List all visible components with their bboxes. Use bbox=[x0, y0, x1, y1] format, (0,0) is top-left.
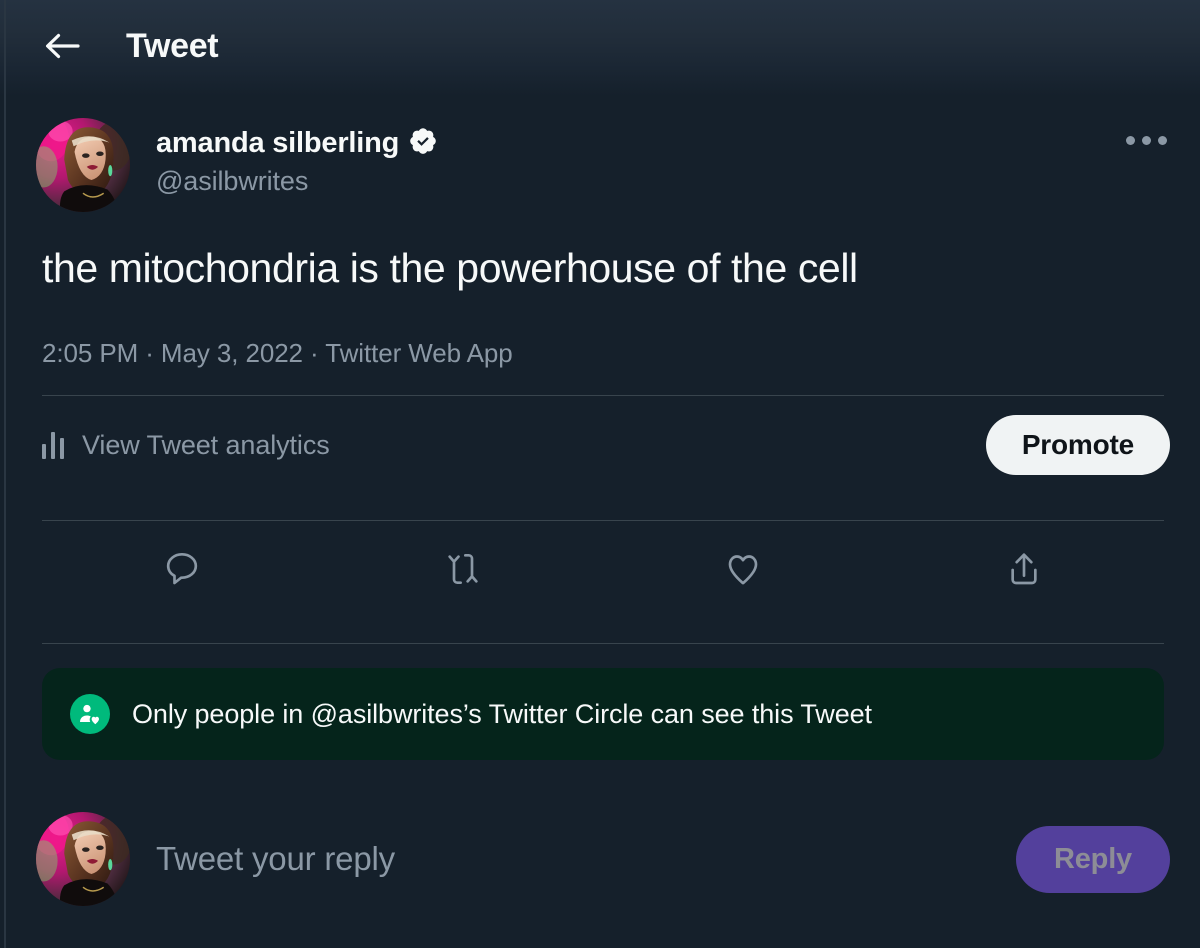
tweet-author-row: amanda silberling @asilbwrites bbox=[6, 92, 1200, 212]
promote-button[interactable]: Promote bbox=[985, 415, 1170, 476]
analytics-label: View Tweet analytics bbox=[82, 429, 330, 460]
author-display-name[interactable]: amanda silberling bbox=[156, 127, 399, 160]
composer-avatar[interactable] bbox=[36, 812, 130, 907]
page-header: Tweet bbox=[6, 0, 1200, 92]
tweet-actions-row bbox=[6, 521, 1200, 617]
analytics-row: View Tweet analytics Promote bbox=[6, 396, 1200, 494]
bar-chart-icon bbox=[42, 431, 64, 460]
arrow-left-icon bbox=[44, 31, 80, 61]
view-analytics-button[interactable]: View Tweet analytics bbox=[42, 430, 330, 461]
reply-action-button[interactable] bbox=[42, 534, 323, 604]
more-options-icon bbox=[1125, 135, 1167, 145]
back-button[interactable] bbox=[36, 20, 88, 72]
verified-badge-icon bbox=[408, 126, 438, 161]
divider-below-actions bbox=[42, 643, 1164, 645]
more-options-button[interactable] bbox=[1118, 112, 1174, 168]
tweet-detail-page: Tweet amanda silberling @asilbwrites the… bbox=[0, 0, 1200, 948]
heart-icon bbox=[723, 549, 763, 589]
twitter-circle-notice: Only people in @asilbwrites’s Twitter Ci… bbox=[42, 668, 1164, 761]
tweet-timestamp-meta: 2:05 PM · May 3, 2022 · Twitter Web App bbox=[42, 338, 513, 369]
twitter-circle-icon bbox=[70, 694, 110, 735]
reply-composer-row: Tweet your reply Reply bbox=[6, 760, 1200, 907]
twitter-circle-notice-text: Only people in @asilbwrites’s Twitter Ci… bbox=[132, 698, 872, 729]
tweet-text: the mitochondria is the powerhouse of th… bbox=[42, 245, 858, 291]
author-handle[interactable]: @asilbwrites bbox=[156, 166, 438, 197]
share-action-button[interactable] bbox=[884, 534, 1165, 604]
avatar[interactable] bbox=[36, 118, 130, 212]
share-icon bbox=[1004, 549, 1044, 589]
user-avatar-photo bbox=[36, 118, 130, 212]
retweet-icon bbox=[443, 549, 483, 589]
reply-input[interactable]: Tweet your reply bbox=[156, 840, 1016, 878]
author-meta: amanda silberling @asilbwrites bbox=[156, 118, 438, 197]
comment-icon bbox=[162, 549, 202, 589]
user-avatar-photo bbox=[36, 812, 130, 907]
page-title: Tweet bbox=[126, 26, 219, 65]
like-action-button[interactable] bbox=[603, 534, 884, 604]
retweet-action-button[interactable] bbox=[323, 534, 604, 604]
author-name-line: amanda silberling bbox=[156, 126, 438, 161]
reply-submit-button[interactable]: Reply bbox=[1016, 825, 1170, 893]
